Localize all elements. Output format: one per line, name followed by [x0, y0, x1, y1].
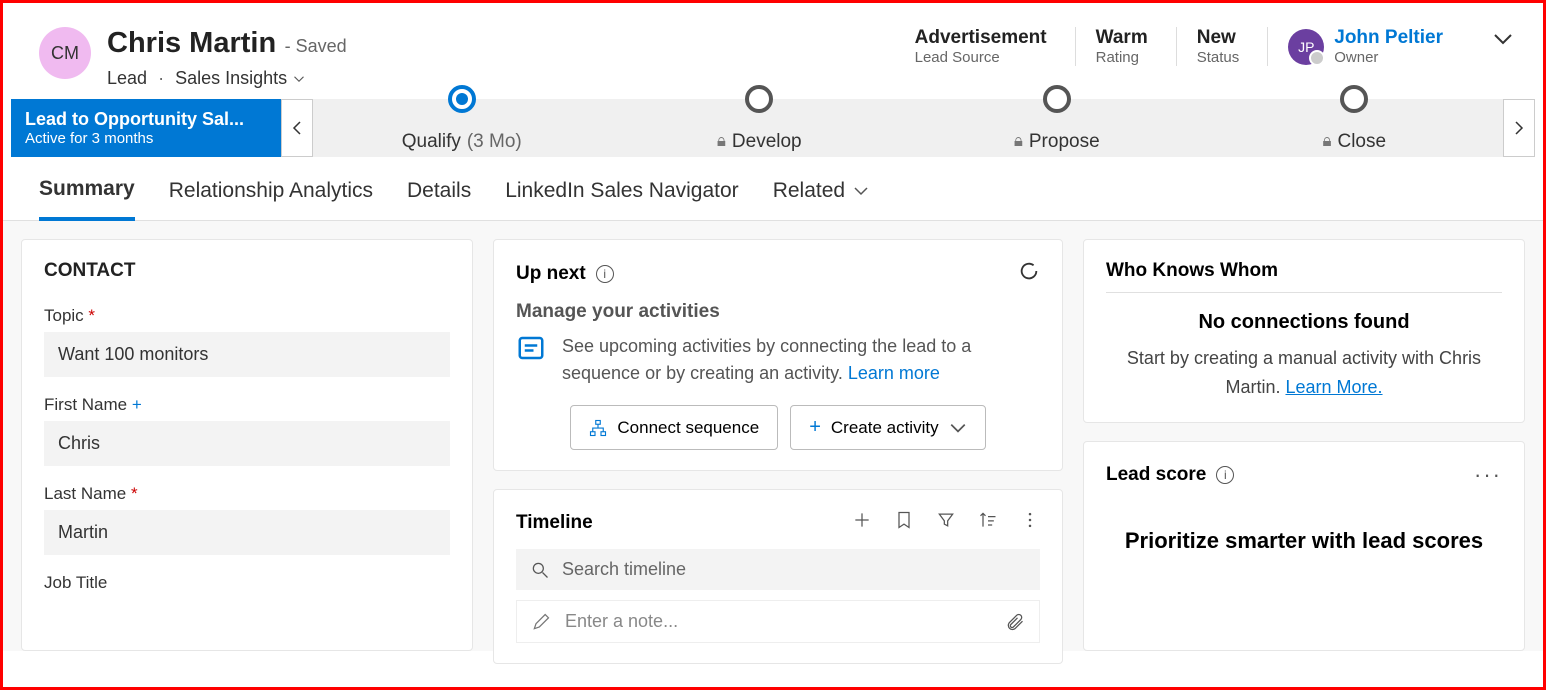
- lead-score-card: Lead score i ··· Prioritize smarter with…: [1083, 441, 1525, 651]
- timeline-title: Timeline: [516, 512, 593, 534]
- lastname-input[interactable]: [44, 510, 450, 555]
- tab-related[interactable]: Related: [773, 177, 869, 220]
- entity-type: Lead: [107, 68, 147, 88]
- stage-qualify[interactable]: Qualify (3 Mo): [313, 99, 611, 157]
- tab-summary[interactable]: Summary: [39, 177, 135, 221]
- lead-score-more-button[interactable]: ···: [1474, 462, 1502, 488]
- tab-relationship-analytics[interactable]: Relationship Analytics: [169, 177, 373, 220]
- timeline-sort-button[interactable]: [978, 510, 998, 535]
- refresh-icon[interactable]: [1018, 260, 1040, 287]
- stage-close[interactable]: 🔒︎ Close: [1206, 99, 1504, 157]
- attachment-icon[interactable]: [1005, 612, 1025, 632]
- filter-icon: [936, 510, 956, 530]
- timeline-filter-button[interactable]: [936, 510, 956, 535]
- bookmark-icon: [894, 510, 914, 530]
- topic-input[interactable]: [44, 332, 450, 377]
- sort-icon: [978, 510, 998, 530]
- rating-field[interactable]: Warm Rating: [1075, 27, 1148, 66]
- save-status: - Saved: [285, 36, 347, 56]
- search-icon: [530, 560, 550, 580]
- info-icon[interactable]: i: [596, 265, 614, 283]
- chevron-right-icon: [1511, 120, 1527, 136]
- lock-icon: 🔒︎: [717, 131, 726, 151]
- process-prev-button[interactable]: [281, 99, 313, 157]
- stage-propose[interactable]: 🔒︎ Propose: [908, 99, 1206, 157]
- timeline-more-button[interactable]: [1020, 510, 1040, 535]
- contact-card: CONTACT Topic * First Name + Last Name *…: [21, 239, 473, 651]
- stage-circle-icon: [1043, 85, 1071, 113]
- status-field[interactable]: New Status: [1176, 27, 1240, 66]
- timeline-card: Timeline Search timeline Enter a note...: [493, 489, 1063, 664]
- plus-icon: [852, 510, 872, 530]
- info-icon[interactable]: i: [1216, 466, 1234, 484]
- timeline-search-input[interactable]: Search timeline: [516, 549, 1040, 590]
- wkw-learn-more-link[interactable]: Learn More.: [1285, 377, 1382, 397]
- chevron-left-icon: [289, 120, 305, 136]
- create-activity-button[interactable]: + Create activity: [790, 405, 985, 450]
- header-expand-chevron-icon[interactable]: [1491, 27, 1515, 51]
- up-next-card: Up next i Manage your activities See upc…: [493, 239, 1063, 471]
- chevron-down-icon: [949, 419, 967, 437]
- form-selector[interactable]: Sales Insights: [175, 68, 305, 89]
- pencil-icon: [531, 612, 551, 632]
- stage-circle-icon: [448, 85, 476, 113]
- stage-develop[interactable]: 🔒︎ Develop: [611, 99, 909, 157]
- lock-icon: 🔒︎: [1322, 131, 1331, 151]
- tab-details[interactable]: Details: [407, 177, 471, 220]
- who-knows-whom-card: Who Knows Whom No connections found Star…: [1083, 239, 1525, 423]
- tab-linkedin[interactable]: LinkedIn Sales Navigator: [505, 177, 738, 220]
- owner-field[interactable]: JP John Peltier Owner: [1267, 27, 1443, 66]
- activities-icon: [516, 333, 546, 387]
- lock-icon: 🔒︎: [1014, 131, 1023, 151]
- chevron-down-icon: [293, 73, 305, 85]
- upnext-learn-more-link[interactable]: Learn more: [848, 363, 940, 383]
- process-flow-label[interactable]: Lead to Opportunity Sal... Active for 3 …: [11, 99, 281, 157]
- firstname-input[interactable]: [44, 421, 450, 466]
- contact-section-title: CONTACT: [44, 260, 450, 282]
- connect-sequence-button[interactable]: Connect sequence: [570, 405, 778, 450]
- more-vertical-icon: [1020, 510, 1040, 530]
- timeline-add-button[interactable]: [852, 510, 872, 535]
- plus-icon: +: [809, 416, 821, 439]
- chevron-down-icon: [853, 183, 869, 199]
- stage-circle-icon: [745, 85, 773, 113]
- hierarchy-icon: [589, 419, 607, 437]
- lead-source-field[interactable]: Advertisement Lead Source: [915, 27, 1047, 66]
- upnext-title: Up next: [516, 263, 586, 285]
- stage-circle-icon: [1340, 85, 1368, 113]
- timeline-bookmark-button[interactable]: [894, 510, 914, 535]
- owner-avatar: JP: [1288, 29, 1324, 65]
- jobtitle-label: Job Title: [44, 573, 450, 593]
- record-avatar: CM: [39, 27, 91, 79]
- process-next-button[interactable]: [1503, 99, 1535, 157]
- record-title: Chris Martin: [107, 27, 276, 59]
- timeline-note-input[interactable]: Enter a note...: [516, 600, 1040, 643]
